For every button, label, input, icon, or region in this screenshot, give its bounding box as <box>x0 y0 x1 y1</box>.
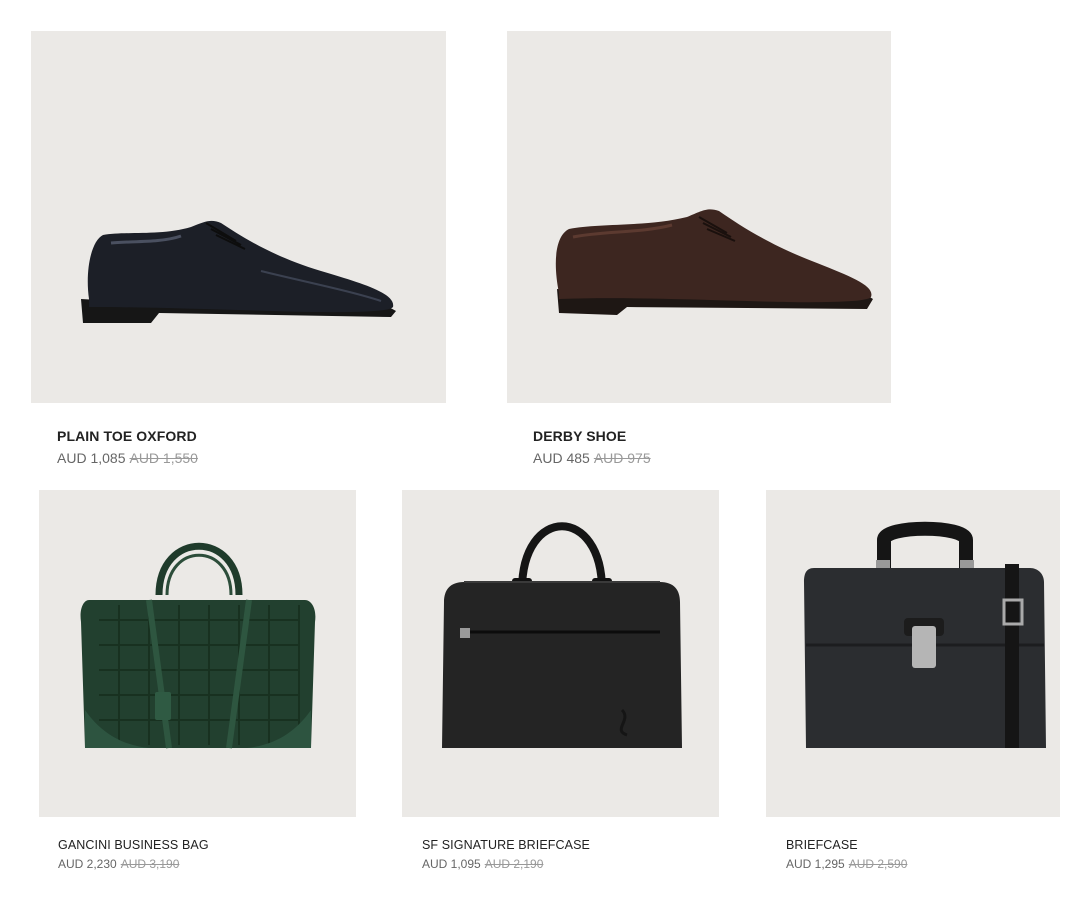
current-price: AUD 1,095 <box>422 857 481 871</box>
product-image-sf-signature-briefcase[interactable] <box>402 490 719 817</box>
original-price: AUD 3,190 <box>120 857 180 871</box>
current-price: AUD 1,295 <box>786 857 845 871</box>
current-price: AUD 485 <box>533 450 590 466</box>
black-flap-briefcase-image <box>804 521 1046 748</box>
green-gancini-bag-image <box>80 542 316 749</box>
product-price: AUD 2,230 AUD 3,190 <box>58 857 179 871</box>
product-price: AUD 1,295 AUD 2,590 <box>786 857 907 871</box>
product-name[interactable]: SF SIGNATURE BRIEFCASE <box>422 838 590 852</box>
original-price: AUD 975 <box>593 450 651 466</box>
product-price: AUD 1,095 AUD 2,190 <box>422 857 543 871</box>
brown-derby-shoe-image <box>555 209 873 315</box>
original-price: AUD 2,190 <box>484 857 544 871</box>
product-price: AUD 485 AUD 975 <box>533 450 651 466</box>
product-image-briefcase[interactable] <box>766 490 1060 817</box>
product-name[interactable]: GANCINI BUSINESS BAG <box>58 838 209 852</box>
current-price: AUD 1,085 <box>57 450 126 466</box>
black-briefcase-image <box>442 522 682 748</box>
product-name[interactable]: BRIEFCASE <box>786 838 858 852</box>
product-name[interactable]: PLAIN TOE OXFORD <box>57 428 197 444</box>
product-image-plain-toe-oxford[interactable] <box>31 31 446 403</box>
product-name[interactable]: DERBY SHOE <box>533 428 626 444</box>
product-image-gancini-business-bag[interactable] <box>39 490 356 817</box>
black-oxford-shoe-image <box>81 220 396 323</box>
original-price: AUD 2,590 <box>848 857 908 871</box>
product-image-derby-shoe[interactable] <box>507 31 891 403</box>
product-price: AUD 1,085 AUD 1,550 <box>57 450 198 466</box>
original-price: AUD 1,550 <box>129 450 198 466</box>
current-price: AUD 2,230 <box>58 857 117 871</box>
